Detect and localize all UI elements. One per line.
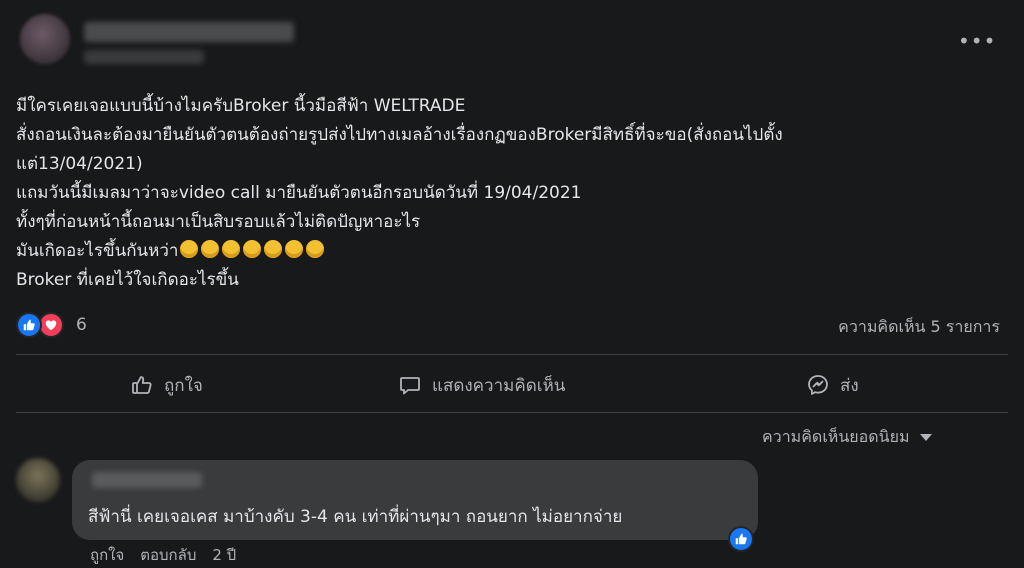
more-horizontal-icon: ••• [958, 29, 997, 53]
messenger-icon [808, 375, 828, 395]
post-line: มันเกิดอะไรขึ้นกันหว่า [16, 241, 179, 261]
thinking-emoji-icon [222, 240, 241, 258]
thinking-emoji-icon [264, 240, 283, 258]
like-button-label: ถูกใจ [164, 375, 203, 396]
comment-like-reaction-icon[interactable] [728, 526, 754, 552]
comment-bubble-icon [400, 377, 420, 395]
sort-label: ความคิดเห็นยอดนิยม [762, 427, 910, 446]
comment-like-link[interactable]: ถูกใจ [90, 543, 124, 567]
caret-down-icon [919, 434, 932, 441]
like-reaction-icon [16, 312, 42, 338]
reaction-count[interactable]: 6 [76, 315, 87, 335]
post-timestamp-blurred[interactable] [84, 50, 204, 64]
divider [16, 412, 1008, 413]
post-line: แต่13/04/2021) [16, 154, 143, 174]
post-line: ทั้งๆที่ก่อนหน้านี้ถอนมาเป็นสิบรอบแล้วไม… [16, 212, 421, 232]
comment-sort-dropdown[interactable]: ความคิดเห็นยอดนิยม [762, 425, 932, 450]
commenter-avatar[interactable] [16, 458, 60, 502]
post-line: แถมวันนี้มีเมลมาว่าจะvideo call มายืนยัน… [16, 183, 582, 203]
post-body: มีใครเคยเจอแบบนี้บ้างไมครับBroker นี้วมื… [16, 92, 1006, 295]
send-button-label: ส่ง [840, 375, 859, 396]
thinking-emoji-icon [306, 240, 325, 258]
comment-actions: ถูกใจ ตอบกลับ 2 ปี [90, 543, 236, 567]
post-line: มีใครเคยเจอแบบนี้บ้างไมครับBroker นี้วมื… [16, 96, 466, 116]
post-line: สั่งถอนเงินละต้องมายืนยันตัวตนต้องถ่ายรู… [16, 125, 783, 145]
author-name-blurred[interactable] [84, 22, 294, 42]
thumbs-up-icon [132, 376, 152, 394]
thinking-emoji-icon [180, 240, 199, 258]
comment-text: สีฟ้านี่ เคยเจอเคส มาบ้างคับ 3-4 คน เท่า… [88, 507, 623, 527]
thinking-emoji-icon [285, 240, 304, 258]
post-line: Broker ที่เคยไว้ใจเกิดอะไรขึ้น [16, 270, 239, 290]
comment-reply-link[interactable]: ตอบกลับ [140, 543, 196, 567]
author-avatar[interactable] [20, 14, 70, 64]
divider [16, 354, 1008, 355]
like-button[interactable]: ถูกใจ [130, 370, 203, 400]
send-button[interactable]: ส่ง [806, 370, 859, 400]
thinking-emoji-icon [201, 240, 220, 258]
comment-button-label: แสดงความคิดเห็น [432, 375, 566, 396]
commenter-name-blurred[interactable] [92, 472, 202, 488]
thinking-emoji-icon [243, 240, 262, 258]
comment-button[interactable]: แสดงความคิดเห็น [398, 370, 565, 400]
more-options-button[interactable]: ••• [958, 30, 995, 56]
comments-count-link[interactable]: ความคิดเห็น 5 รายการ [838, 315, 1000, 340]
comment-timestamp[interactable]: 2 ปี [212, 543, 236, 567]
